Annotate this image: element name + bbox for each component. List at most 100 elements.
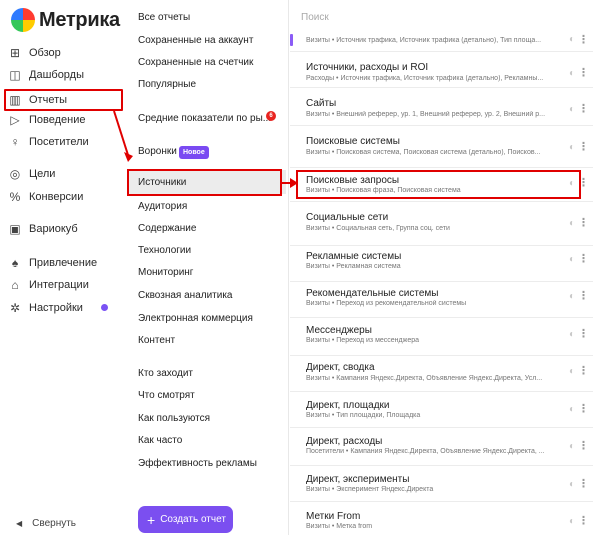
nav-item-conversions[interactable]: % Конверсии	[8, 187, 120, 207]
report-subtitle: Визиты • Эксперимент Яндекс.Директа	[306, 486, 434, 493]
flame-icon: ♠	[11, 256, 19, 270]
pin-icon[interactable]: ◐	[569, 479, 575, 490]
nav-item-goals[interactable]: ◎ Цели	[8, 164, 120, 184]
more-options-icon[interactable]: ⋮	[578, 216, 589, 229]
reports-highlight-frame	[4, 89, 123, 111]
pin-icon[interactable]: ◐	[569, 104, 575, 115]
pin-icon[interactable]: ◐	[569, 142, 575, 153]
report-row[interactable]: Источники, расходы и ROI Расходы • Источ…	[290, 52, 593, 88]
category-average-metrics[interactable]: Средние показатели по ры...	[138, 113, 271, 124]
more-options-icon[interactable]: ⋮	[578, 102, 589, 115]
pin-icon[interactable]: ◐	[569, 68, 575, 79]
nav-item-integrations[interactable]: ⌂ Интеграции	[8, 275, 120, 295]
pin-icon[interactable]: ◐	[569, 404, 575, 415]
nav-item-label: Дашборды	[29, 69, 84, 81]
brand-logo[interactable]: Метрика	[11, 7, 120, 33]
category-what-viewed[interactable]: Что смотрят	[138, 390, 195, 401]
nav-item-variocube[interactable]: ▣ Вариокуб	[8, 219, 120, 239]
more-options-icon[interactable]: ⋮	[578, 364, 589, 377]
more-options-icon[interactable]: ⋮	[578, 327, 589, 340]
category-technologies[interactable]: Технологии	[138, 245, 191, 256]
category-saved-counter[interactable]: Сохраненные на счетчик	[138, 57, 253, 68]
pin-icon[interactable]: ◐	[569, 291, 575, 302]
more-options-icon[interactable]: ⋮	[578, 514, 589, 527]
nav-item-label: Привлечение	[29, 257, 98, 269]
pin-icon[interactable]: ◐	[569, 329, 575, 340]
more-options-icon[interactable]: ⋮	[578, 289, 589, 302]
report-row[interactable]: Поисковые системы Визиты • Поисковая сис…	[290, 126, 593, 168]
nav-item-behavior[interactable]: ▷ Поведение	[8, 110, 120, 130]
report-row[interactable]: Метки From Визиты • Метка from ◐ ⋮	[290, 502, 593, 535]
nav-item-dashboards[interactable]: ◫ Дашборды	[8, 65, 120, 85]
more-options-icon[interactable]: ⋮	[578, 477, 589, 490]
nav-item-attraction[interactable]: ♠ Привлечение	[8, 253, 120, 273]
report-subtitle: Посетители • Кампания Яндекс.Директа, Об…	[306, 448, 545, 455]
report-row[interactable]: Сайты Визиты • Внешний реферер, ур. 1, В…	[290, 88, 593, 126]
category-end-to-end[interactable]: Сквозная аналитика	[138, 290, 233, 301]
search-input[interactable]: Поиск	[301, 12, 329, 23]
report-row[interactable]: Социальные сети Визиты • Социальная сеть…	[290, 202, 593, 246]
more-options-icon[interactable]: ⋮	[578, 33, 589, 46]
category-all-reports[interactable]: Все отчеты	[138, 12, 190, 23]
pin-icon[interactable]: ◐	[569, 254, 575, 265]
report-title: Директ, площадки	[306, 400, 390, 411]
nav-item-label: Поведение	[29, 114, 86, 126]
more-options-icon[interactable]: ⋮	[578, 402, 589, 415]
report-subtitle: Визиты • Кампания Яндекс.Директа, Объявл…	[306, 375, 543, 382]
report-subtitle: Визиты • Источник трафика, Источник траф…	[306, 37, 542, 44]
category-content-2[interactable]: Контент	[138, 335, 175, 346]
report-row[interactable]: Директ, расходы Посетители • Кампания Ян…	[290, 428, 593, 466]
settings-notification-dot	[101, 304, 108, 311]
report-title: Директ, сводка	[306, 362, 375, 373]
nav-item-visitors[interactable]: ♀ Посетители	[8, 132, 120, 152]
category-who-visits[interactable]: Кто заходит	[138, 368, 193, 379]
category-content[interactable]: Содержание	[138, 223, 196, 234]
more-options-icon[interactable]: ⋮	[578, 439, 589, 452]
category-popular[interactable]: Популярные	[138, 79, 196, 90]
report-row[interactable]: Директ, эксперименты Визиты • Эксперимен…	[290, 466, 593, 502]
report-title: Директ, эксперименты	[306, 474, 410, 485]
report-row[interactable]: Мессенджеры Визиты • Переход из мессендж…	[290, 318, 593, 356]
create-report-button[interactable]: + Создать отчет	[138, 506, 233, 533]
report-subtitle: Визиты • Переход из рекомендательной сис…	[306, 300, 467, 307]
category-funnels[interactable]: Воронки	[138, 146, 177, 157]
user-icon: ♀	[10, 135, 20, 149]
more-options-icon[interactable]: ⋮	[578, 140, 589, 153]
category-how-often[interactable]: Как часто	[138, 435, 182, 446]
report-title: Сайты	[306, 98, 337, 109]
more-options-icon[interactable]: ⋮	[578, 252, 589, 265]
pin-icon[interactable]: ◐	[569, 366, 575, 377]
nav-item-label: Цели	[29, 168, 56, 180]
pin-icon[interactable]: ◐	[569, 441, 575, 452]
pin-icon[interactable]: ◐	[569, 516, 575, 527]
nav-item-overview[interactable]: ⊞ Обзор	[8, 43, 120, 63]
report-title: Рекламные системы	[306, 251, 402, 262]
report-subtitle: Расходы • Источник трафика, Источник тра…	[306, 75, 544, 82]
more-options-icon[interactable]: ⋮	[578, 66, 589, 79]
report-title: Мессенджеры	[306, 325, 372, 336]
report-row[interactable]: Рекламные системы Визиты • Рекламная сис…	[290, 246, 593, 282]
category-ad-efficiency[interactable]: Эффективность рекламы	[138, 458, 257, 469]
nav-item-label: Вариокуб	[29, 223, 78, 235]
pin-icon[interactable]: ◐	[569, 34, 575, 45]
plus-icon: +	[147, 511, 156, 528]
report-row[interactable]: Рекомендательные системы Визиты • Перехо…	[290, 282, 593, 318]
search-queries-highlight-frame	[296, 170, 581, 199]
collapse-button[interactable]: ◀ Свернуть	[16, 518, 76, 529]
category-ecommerce[interactable]: Электронная коммерция	[138, 313, 253, 324]
nav-item-label: Настройки	[29, 302, 83, 314]
dashboard-icon: ◫	[9, 68, 21, 82]
report-row[interactable]: Директ, площадки Визиты • Тип площадки, …	[290, 392, 593, 428]
collapse-arrow-icon: ◀	[16, 519, 23, 528]
report-row[interactable]: Директ, сводка Визиты • Кампания Яндекс.…	[290, 356, 593, 392]
report-row[interactable]: Визиты • Источник трафика, Источник траф…	[290, 30, 593, 52]
report-subtitle: Визиты • Внешний реферер, ур. 1, Внешний…	[306, 111, 546, 118]
category-saved-account[interactable]: Сохраненные на аккаунт	[138, 35, 253, 46]
category-audience[interactable]: Аудитория	[138, 201, 187, 212]
report-title: Поисковые системы	[306, 136, 400, 147]
count-badge: 6	[266, 111, 276, 121]
play-icon: ▷	[10, 113, 20, 127]
category-how-used[interactable]: Как пользуются	[138, 413, 210, 424]
pin-icon[interactable]: ◐	[569, 218, 575, 229]
category-monitoring[interactable]: Мониторинг	[138, 267, 193, 278]
